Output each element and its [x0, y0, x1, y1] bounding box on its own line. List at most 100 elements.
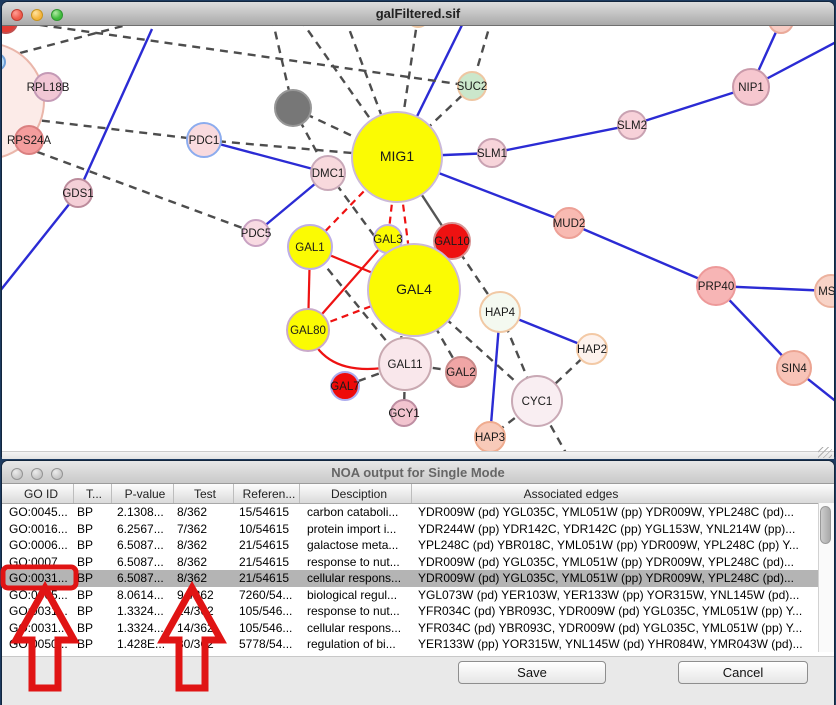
save-button[interactable]: Save — [458, 661, 606, 684]
node-label: GAL80 — [290, 325, 326, 337]
network-node-gal2[interactable]: GAL2 — [446, 357, 476, 387]
network-edge[interactable] — [2, 193, 78, 291]
table-cell: regulation of bi... — [300, 636, 412, 653]
column-header[interactable]: Referen... — [234, 484, 300, 503]
vertical-scrollbar[interactable] — [818, 503, 834, 652]
network-window-titlebar[interactable]: galFiltered.sif — [2, 2, 834, 26]
table-cell: response to nut... — [300, 554, 412, 571]
network-node-gal7[interactable]: GAL7 — [330, 372, 359, 400]
network-edge[interactable] — [78, 29, 152, 193]
network-node-cut-red[interactable] — [2, 26, 17, 33]
node-label: SUC2 — [457, 81, 488, 93]
node-label: PDC5 — [241, 228, 272, 240]
table-cell: 14/362 — [174, 620, 234, 637]
table-body: GO:0045...BP2.1308...8/36215/54615carbon… — [2, 504, 834, 653]
table-row[interactable]: GO:0050...BP1.428E...80/3625778/54...reg… — [2, 636, 834, 653]
node-label: GAL10 — [434, 236, 470, 248]
minimize-icon[interactable] — [31, 468, 43, 480]
network-node-gal11[interactable]: GAL11 — [379, 338, 431, 390]
table-cell: 7260/54... — [234, 587, 300, 604]
table-cell: GO:0031... — [2, 603, 74, 620]
network-node-mud2[interactable]: MUD2 — [553, 208, 586, 238]
network-edge[interactable] — [569, 223, 716, 286]
table-cell: 1.428E... — [112, 636, 174, 653]
table-cell: 6.5087... — [112, 554, 174, 571]
table-row[interactable]: GO:0045...BP2.1308...8/36215/54615carbon… — [2, 504, 834, 521]
network-node-suc2[interactable]: SUC2 — [457, 72, 488, 100]
network-edge[interactable] — [492, 125, 632, 153]
table-cell: GO:0007... — [2, 554, 74, 571]
button-bar: Save Cancel — [2, 656, 834, 705]
table-cell: 8/362 — [174, 554, 234, 571]
cancel-button[interactable]: Cancel — [678, 661, 808, 684]
column-header[interactable]: Associated edges — [412, 484, 834, 503]
zoom-icon[interactable] — [51, 468, 63, 480]
table-row[interactable]: GO:0065...BP8.0614...94/3627260/54...bio… — [2, 587, 834, 604]
window-title: NOA output for Single Mode — [331, 465, 505, 480]
network-canvas[interactable]: RPL18BRPS24AGDS1PDC1MIG1SUC2SLM1DMC1SLM2… — [2, 26, 834, 451]
table-row[interactable]: GO:0007...BP6.5087...8/36221/54615respon… — [2, 554, 834, 571]
table-cell: YFR034C (pd) YBR093C, YDR009W (pd) YGL03… — [412, 603, 834, 620]
table-cell: carbon cataboli... — [300, 504, 412, 521]
network-node-hap2[interactable]: HAP2 — [577, 334, 607, 364]
scrollbar-thumb[interactable] — [820, 506, 831, 544]
network-edge[interactable] — [24, 147, 256, 233]
table-cell: YER133W (pp) YOR315W, YNL145W (pd) YHR08… — [412, 636, 834, 653]
network-node-cyc1[interactable]: CYC1 — [512, 376, 562, 426]
table-row[interactable]: GO:0031...BP1.3324...14/362105/546...res… — [2, 603, 834, 620]
column-header[interactable]: P-value — [112, 484, 174, 503]
node-label: SIN4 — [781, 363, 807, 375]
network-node-prp40[interactable]: PRP40 — [697, 267, 735, 305]
node-label: GCY1 — [388, 408, 419, 420]
close-icon[interactable] — [11, 468, 23, 480]
column-header[interactable]: GO ID — [2, 484, 74, 503]
table-cell: biological regul... — [300, 587, 412, 604]
network-node-dmc1[interactable]: DMC1 — [311, 156, 345, 190]
network-node-gal1[interactable]: GAL1 — [288, 225, 332, 269]
table-cell: 8/362 — [174, 537, 234, 554]
network-node-gcy1[interactable]: GCY1 — [388, 400, 419, 426]
table-row[interactable]: GO:0016...BP6.2567...7/36210/54615protei… — [2, 521, 834, 538]
node-label: HAP2 — [577, 344, 607, 356]
table-cell: BP — [74, 504, 112, 521]
table-cell: BP — [74, 521, 112, 538]
table-row[interactable]: GO:0031...BP6.5087...8/36221/54615cellul… — [2, 570, 834, 587]
network-node-pink-cut[interactable] — [769, 26, 793, 33]
node-label: PDC1 — [189, 135, 220, 147]
network-node-gds1[interactable]: GDS1 — [62, 179, 93, 207]
table-cell: cellular respons... — [300, 570, 412, 587]
noa-window-titlebar[interactable]: NOA output for Single Mode — [2, 461, 834, 484]
column-header[interactable]: Desciption — [300, 484, 412, 503]
close-icon[interactable] — [11, 9, 23, 21]
node-label: CYC1 — [522, 396, 553, 408]
network-edge[interactable] — [20, 26, 142, 53]
zoom-icon[interactable] — [51, 9, 63, 21]
network-node-slm2[interactable]: SLM2 — [617, 111, 647, 139]
resize-grip-icon[interactable] — [818, 447, 832, 458]
network-node-mig1[interactable]: MIG1 — [352, 112, 442, 202]
column-header[interactable]: T... — [74, 484, 112, 503]
network-node-gal80[interactable]: GAL80 — [287, 309, 329, 351]
network-node-green-cut[interactable] — [407, 26, 429, 27]
column-header[interactable]: Test — [174, 484, 234, 503]
network-node-msn[interactable]: MSN — [815, 275, 834, 307]
results-table: GO IDT...P-valueTestReferen...Desciption… — [2, 484, 834, 656]
network-edge[interactable] — [28, 119, 204, 140]
table-cell: BP — [74, 620, 112, 637]
table-row[interactable]: GO:0006...BP6.5087...8/36221/54615galact… — [2, 537, 834, 554]
table-cell: 1.3324... — [112, 603, 174, 620]
network-node-hap3[interactable]: HAP3 — [475, 422, 505, 451]
network-node-hap4[interactable]: HAP4 — [480, 292, 520, 332]
network-edge[interactable] — [12, 26, 472, 86]
table-row[interactable]: GO:0031...BP1.3324...14/362105/546...cel… — [2, 620, 834, 637]
network-node-gal4[interactable]: GAL4 — [368, 244, 460, 336]
network-node-sin4[interactable]: SIN4 — [777, 351, 811, 385]
node-label: GAL3 — [373, 234, 402, 246]
table-cell: 7/362 — [174, 521, 234, 538]
network-node-nip1[interactable]: NIP1 — [733, 69, 769, 105]
network-node-pdc1[interactable]: PDC1 — [187, 123, 221, 157]
minimize-icon[interactable] — [31, 9, 43, 21]
network-node-slm1[interactable]: SLM1 — [477, 139, 507, 167]
node-label: NIP1 — [738, 82, 764, 94]
network-node-gray1[interactable] — [275, 90, 311, 126]
